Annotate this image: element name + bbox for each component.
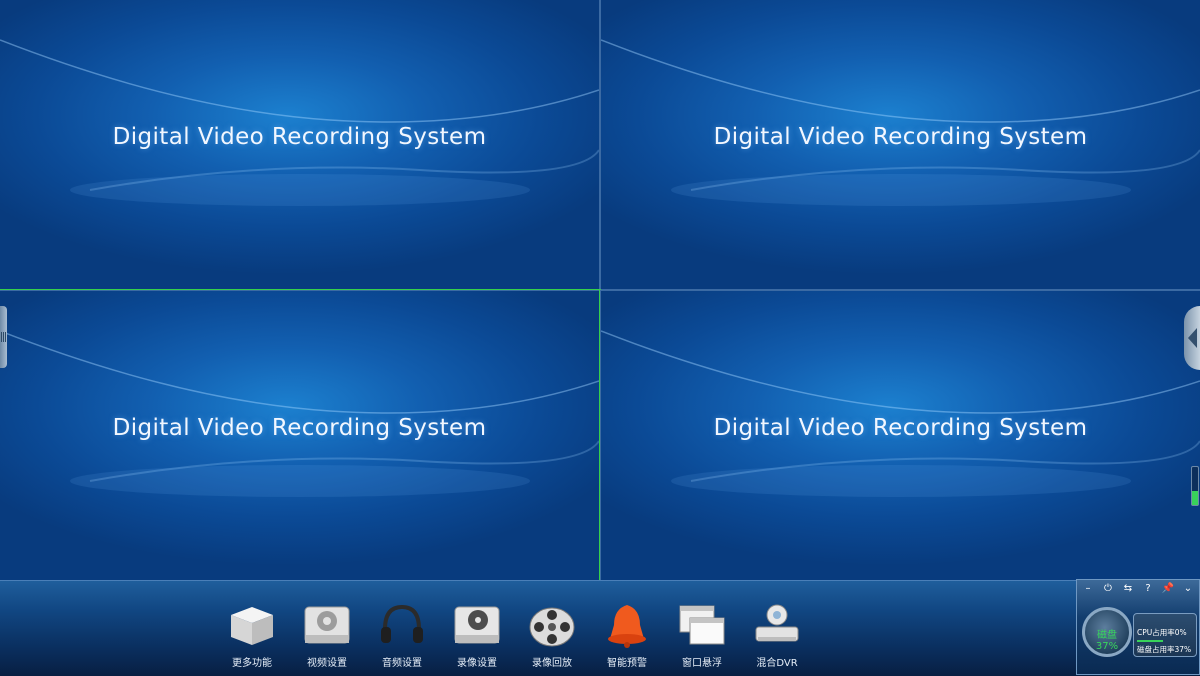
toolbar-label: 录像设置: [457, 658, 497, 669]
bottom-toolbar: 更多功能 视频设置 音频设置 录像设置 录像回放 智能预警 窗口悬浮 混合DVR: [0, 580, 1200, 676]
volume-level-slider[interactable]: [1191, 466, 1199, 506]
video-pane-2[interactable]: Digital Video Recording System: [601, 0, 1200, 289]
volume-level-fill: [1192, 491, 1198, 505]
film-reel-icon: [529, 607, 575, 647]
left-panel-toggle[interactable]: [0, 306, 7, 368]
video-settings-button[interactable]: 视频设置: [297, 599, 357, 671]
toolbar-label: 录像回放: [532, 658, 572, 669]
collapse-button[interactable]: ⌄: [1181, 582, 1195, 595]
toolbar-label: 视频设置: [307, 658, 347, 669]
pane-title: Digital Video Recording System: [713, 415, 1088, 441]
selected-pane-border-right: [599, 289, 600, 580]
cpu-usage-text: CPU占用率0%: [1137, 628, 1187, 637]
video-grid: Digital Video Recording System Digital V…: [0, 0, 1200, 580]
floating-window-button[interactable]: 窗口悬浮: [672, 599, 732, 671]
toolbar-label: 窗口悬浮: [682, 658, 722, 669]
power-button[interactable]: ⏻: [1101, 582, 1115, 595]
toolbar-label: 智能预警: [607, 658, 647, 669]
expand-left-arrow-icon: [1188, 328, 1197, 348]
headphones-icon: [381, 604, 423, 643]
minimize-button[interactable]: –: [1081, 582, 1095, 595]
toolbar-label: 混合DVR: [756, 658, 798, 669]
help-button[interactable]: ?: [1141, 582, 1155, 595]
switch-button[interactable]: ⇆: [1121, 582, 1135, 595]
audio-settings-button[interactable]: 音频设置: [372, 599, 432, 671]
grip-icon: [1, 332, 6, 342]
floating-windows-icon: [679, 605, 725, 645]
pin-button[interactable]: 📌: [1161, 582, 1175, 595]
playback-button[interactable]: 录像回放: [522, 599, 582, 671]
more-functions-box-icon: [231, 607, 273, 645]
usage-stats-box: CPU占用率0% 磁盘占用率37%: [1133, 613, 1197, 657]
toolbar-label: 更多功能: [232, 658, 272, 669]
record-settings-button[interactable]: 录像设置: [447, 599, 507, 671]
smart-alarm-button[interactable]: 智能预警: [597, 599, 657, 671]
cpu-usage-bar: [1137, 640, 1163, 642]
toolbar-label: 音频设置: [382, 658, 422, 669]
hybrid-dvr-button[interactable]: 混合DVR: [747, 599, 807, 671]
system-status-panel: – ⏻ ⇆ ? 📌 ⌄ 磁盘 37% CPU占用率0% 磁盘占用率37%: [1076, 579, 1200, 675]
video-pane-1[interactable]: Digital Video Recording System: [0, 0, 599, 289]
video-pane-4[interactable]: Digital Video Recording System: [601, 291, 1200, 580]
disk-usage-gauge: 磁盘 37%: [1082, 607, 1132, 657]
panel-button-row: – ⏻ ⇆ ? 📌 ⌄: [1077, 580, 1200, 596]
selected-pane-border-top: [0, 289, 601, 290]
camera-dvr-icon: [755, 604, 799, 642]
pane-title: Digital Video Recording System: [713, 124, 1088, 150]
video-settings-gear-icon: [304, 606, 350, 644]
record-settings-film-icon: [454, 606, 500, 644]
pane-title: Digital Video Recording System: [112, 415, 487, 441]
more-functions-button[interactable]: 更多功能: [222, 599, 282, 671]
disk-usage-text: 磁盘占用率37%: [1137, 645, 1192, 654]
pane-title: Digital Video Recording System: [112, 124, 487, 150]
right-panel-toggle[interactable]: [1184, 306, 1200, 370]
gauge-text: 磁盘 37%: [1095, 630, 1119, 652]
video-pane-3[interactable]: Digital Video Recording System: [0, 291, 599, 580]
alarm-bell-icon: [608, 605, 646, 648]
